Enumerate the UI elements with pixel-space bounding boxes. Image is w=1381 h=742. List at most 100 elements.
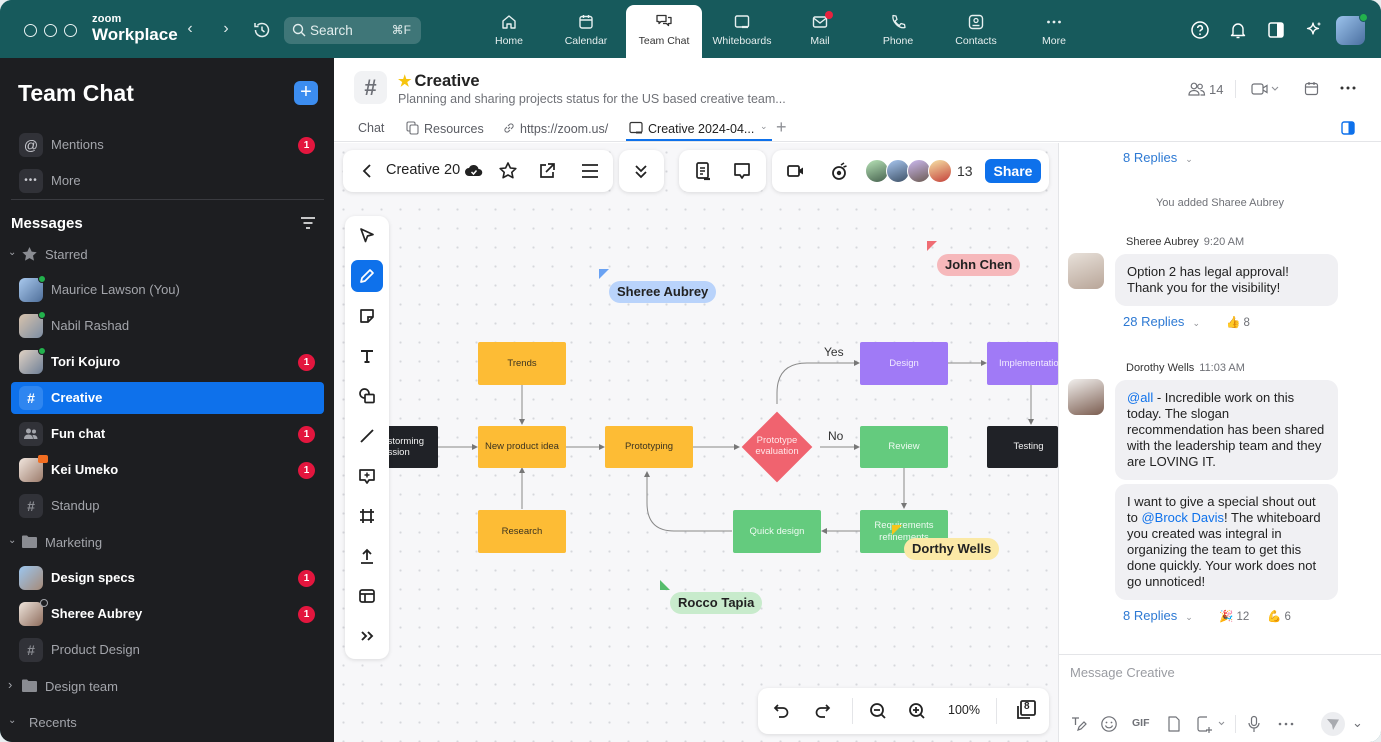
redo-icon[interactable]	[812, 701, 832, 721]
new-chat-button[interactable]: +	[294, 81, 318, 105]
pages-button[interactable]: 8	[1014, 698, 1038, 722]
node-new-product-idea[interactable]: New product idea	[478, 426, 566, 468]
help-icon[interactable]	[1190, 20, 1210, 40]
forward-button[interactable]: ›	[218, 20, 234, 38]
minimize-window-button[interactable]	[44, 24, 57, 37]
send-options-chevron-icon[interactable]: ⌄	[1352, 715, 1363, 731]
search-bar[interactable]: Search ⌘F	[284, 17, 421, 44]
ai-sparkle-icon[interactable]	[1304, 20, 1324, 40]
filter-icon[interactable]	[300, 216, 316, 230]
notes-icon[interactable]	[692, 160, 714, 182]
tab-home[interactable]: Home	[471, 5, 547, 58]
profile-avatar[interactable]	[1336, 13, 1368, 45]
thread-replies-link[interactable]: 28 Replies ⌄	[1123, 314, 1200, 329]
sender-avatar[interactable]	[1068, 253, 1104, 289]
line-tool[interactable]	[351, 420, 383, 452]
tab-resources[interactable]: Resources	[406, 121, 484, 136]
file-icon[interactable]	[1165, 715, 1183, 733]
sidebar-item-sheree-aubrey[interactable]: Sheree Aubrey 1	[11, 598, 324, 630]
star-icon[interactable]: ★	[398, 73, 411, 90]
back-button[interactable]: ‹	[182, 20, 198, 38]
send-button[interactable]	[1321, 712, 1345, 736]
members-button[interactable]: 14	[1188, 81, 1223, 99]
whiteboard-name[interactable]: Creative 20	[386, 162, 460, 178]
sidebar-item-design-specs[interactable]: Design specs 1	[11, 562, 324, 594]
node-research[interactable]: Research	[478, 510, 566, 553]
message-bubble[interactable]: I want to give a special shout out to @B…	[1115, 484, 1338, 600]
bell-icon[interactable]	[1228, 20, 1248, 40]
template-tool[interactable]	[351, 580, 383, 612]
more-options-icon[interactable]	[1340, 86, 1356, 90]
sender-avatar[interactable]	[1068, 379, 1104, 415]
calendar-icon[interactable]	[1304, 81, 1319, 96]
tab-whiteboard[interactable]: Creative 2024-04...	[629, 121, 754, 136]
chevrons-down-icon[interactable]	[630, 160, 652, 182]
tab-whiteboards[interactable]: Whiteboards	[704, 5, 780, 58]
message-bubble[interactable]: @all - Incredible work on this today. Th…	[1115, 380, 1338, 480]
sidebar-item-kei-umeko[interactable]: Kei Umeko 1	[11, 454, 324, 486]
microphone-icon[interactable]	[1245, 715, 1263, 733]
more-icon[interactable]	[1277, 715, 1295, 733]
sidebar-item-creative[interactable]: # Creative	[11, 382, 324, 414]
more-tools-button[interactable]	[351, 620, 383, 652]
node-prototyping[interactable]: Prototyping	[605, 426, 693, 468]
zoom-in-icon[interactable]	[907, 701, 927, 721]
mention-all[interactable]: @all	[1127, 390, 1153, 405]
tab-team-chat[interactable]: Team Chat	[626, 5, 702, 58]
open-external-icon[interactable]	[536, 160, 558, 182]
sidebar-item-tori-kojuro[interactable]: Tori Kojuro 1	[11, 346, 324, 378]
thread-replies-link[interactable]: 8 Replies ⌄	[1123, 150, 1193, 165]
collaborator-count[interactable]: 13	[957, 163, 973, 179]
sidebar-item-standup[interactable]: # Standup	[11, 490, 324, 522]
tab-chat[interactable]: Chat	[358, 121, 384, 135]
comment-icon[interactable]	[731, 160, 753, 182]
tab-link[interactable]: https://zoom.us/	[502, 121, 608, 136]
sidebar-item-fun-chat[interactable]: Fun chat 1	[11, 418, 324, 450]
tab-more[interactable]: More	[1016, 5, 1092, 58]
pen-tool[interactable]	[351, 260, 383, 292]
format-text-icon[interactable]	[1070, 715, 1088, 733]
thread-replies-link[interactable]: 8 Replies ⌄	[1123, 608, 1193, 623]
tab-calendar[interactable]: Calendar	[548, 5, 624, 58]
sticky-note-tool[interactable]	[351, 300, 383, 332]
presence-tracker-icon[interactable]	[828, 160, 850, 182]
reaction-thumbs-up[interactable]: 👍 8	[1226, 315, 1250, 329]
channel-title[interactable]: ★ Creative	[398, 72, 480, 91]
node-implementation[interactable]: Implementation	[987, 342, 1058, 385]
history-icon[interactable]	[252, 20, 272, 40]
sidebar-item-mentions[interactable]: @ Mentions 1	[11, 129, 324, 161]
node-testing[interactable]: Testing	[987, 426, 1058, 468]
zoom-out-icon[interactable]	[868, 701, 888, 721]
maximize-window-button[interactable]	[64, 24, 77, 37]
back-icon[interactable]	[357, 160, 379, 182]
shapes-tool[interactable]	[351, 380, 383, 412]
add-tab-button[interactable]: +	[776, 117, 787, 138]
message-input[interactable]: Message Creative	[1070, 665, 1175, 680]
video-meeting-dropdown[interactable]	[1251, 82, 1281, 96]
sidebar-item-nabil-rashad[interactable]: Nabil Rashad	[11, 310, 324, 342]
node-review[interactable]: Review	[860, 426, 948, 468]
select-tool[interactable]	[351, 220, 383, 252]
sidebar-item-product-design[interactable]: # Product Design	[11, 634, 324, 666]
tab-phone[interactable]: Phone	[860, 5, 936, 58]
node-quick-design[interactable]: Quick design	[733, 510, 821, 553]
node-design[interactable]: Design	[860, 342, 948, 385]
frame-tool[interactable]	[351, 500, 383, 532]
text-tool[interactable]	[351, 340, 383, 372]
sidebar-item-more[interactable]: ••• More	[11, 165, 324, 197]
emoji-icon[interactable]	[1100, 715, 1118, 733]
menu-icon[interactable]	[579, 160, 601, 182]
chevron-down-icon[interactable]: ⌄	[760, 121, 768, 132]
close-window-button[interactable]	[24, 24, 37, 37]
gif-button[interactable]: GIF	[1132, 717, 1154, 735]
side-panel-icon[interactable]	[1266, 20, 1286, 40]
collaborator-avatar[interactable]	[928, 159, 952, 183]
reaction-party[interactable]: 🎉 12	[1219, 609, 1249, 623]
node-trends[interactable]: Trends	[478, 342, 566, 385]
share-button[interactable]: Share	[985, 159, 1041, 183]
zoom-level[interactable]: 100%	[948, 703, 980, 717]
message-bubble[interactable]: Option 2 has legal approval! Thank you f…	[1115, 254, 1338, 306]
mention-brock-davis[interactable]: @Brock Davis	[1141, 510, 1224, 525]
video-call-icon[interactable]	[785, 160, 807, 182]
comment-tool[interactable]	[351, 460, 383, 492]
